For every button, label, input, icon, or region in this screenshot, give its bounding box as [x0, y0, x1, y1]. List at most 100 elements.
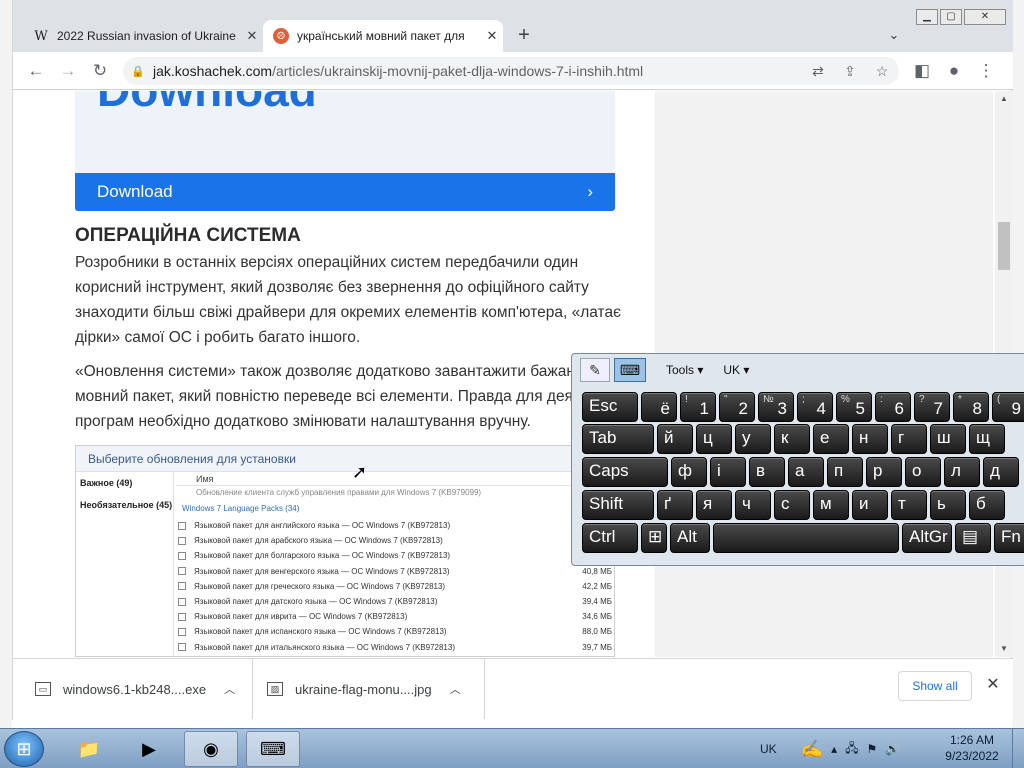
key-row2-8[interactable]: ш: [930, 424, 966, 454]
key-row2-6[interactable]: н: [852, 424, 888, 454]
reload-icon[interactable]: ↻: [89, 60, 111, 82]
key-row2-2[interactable]: ц: [696, 424, 732, 454]
close-window-button[interactable]: ✕: [964, 9, 1006, 25]
side-panel-icon[interactable]: ◧: [911, 60, 933, 82]
close-tab-icon[interactable]: ✕: [241, 28, 263, 44]
pen-input-icon[interactable]: ✍: [801, 739, 823, 760]
key-row4-8[interactable]: ь: [930, 490, 966, 520]
minimize-button[interactable]: ▁: [916, 9, 938, 25]
key-r1-10[interactable]: (9: [992, 392, 1024, 422]
key-row2-3[interactable]: у: [735, 424, 771, 454]
row-size: 39,7 МБ: [582, 642, 612, 652]
row-name: Языковой пакет для датского языка — ОС W…: [194, 597, 438, 607]
scrollbar-thumb[interactable]: [998, 222, 1010, 270]
close-icon[interactable]: ✕: [983, 675, 1003, 695]
key-row4-3[interactable]: ч: [735, 490, 771, 520]
key-row3-4[interactable]: а: [788, 457, 824, 487]
key-row3-9[interactable]: д: [983, 457, 1019, 487]
back-arrow-icon[interactable]: ←: [25, 60, 47, 82]
download-filename: ukraine-flag-monu....jpg: [295, 681, 432, 697]
bookmark-star-icon[interactable]: ☆: [871, 60, 893, 82]
key-row4-7[interactable]: т: [891, 490, 927, 520]
key-row3-8[interactable]: л: [944, 457, 980, 487]
show-hidden-icons-chevron[interactable]: ▴: [831, 742, 837, 756]
key-row4-5[interactable]: м: [813, 490, 849, 520]
media-player-icon[interactable]: ▶: [122, 731, 176, 767]
download-item[interactable]: ▨ ukraine-flag-monu....jpg ︿: [267, 659, 485, 719]
key-row5-1[interactable]: ⊞: [641, 523, 667, 553]
key-row2-1[interactable]: й: [657, 424, 693, 454]
close-tab-icon[interactable]: ✕: [481, 28, 503, 44]
chrome-icon[interactable]: ◉: [184, 731, 238, 767]
osk-taskbar-icon[interactable]: ⌨: [246, 731, 300, 767]
key-r1-0[interactable]: Esc: [582, 392, 638, 422]
key-row3-6[interactable]: р: [866, 457, 902, 487]
checkbox: [178, 627, 186, 636]
key-row3-0[interactable]: Caps: [582, 457, 668, 487]
url-text[interactable]: jak.koshachek.com/articles/ukrainskij-mo…: [153, 63, 643, 79]
key-row5-2[interactable]: Alt: [670, 523, 710, 553]
show-desktop-button[interactable]: [1012, 729, 1024, 768]
profile-avatar-icon[interactable]: ●: [943, 60, 965, 82]
download-item[interactable]: ▭ windows6.1-kb248....exe ︿: [35, 659, 253, 719]
key-row2-7[interactable]: г: [891, 424, 927, 454]
key-row2-5[interactable]: е: [813, 424, 849, 454]
scroll-up-arrow-icon[interactable]: ▲: [995, 91, 1013, 107]
keyboard-icon[interactable]: ⌨: [614, 358, 646, 382]
address-bar[interactable]: 🔒 jak.koshachek.com/articles/ukrainskij-…: [123, 57, 899, 85]
forward-arrow-icon[interactable]: →: [57, 60, 79, 82]
key-r1-6[interactable]: % 5: [836, 392, 872, 422]
tab-koshachek[interactable]: ☹ український мовний пакет для ✕: [263, 20, 503, 52]
key-r1-3[interactable]: " 2: [719, 392, 755, 422]
key-row5-4[interactable]: AltGr: [902, 523, 952, 553]
menu-kebab-icon[interactable]: ⋮: [975, 60, 997, 82]
tab-wikipedia[interactable]: W 2022 Russian invasion of Ukraine ✕: [23, 20, 263, 52]
key-row4-1[interactable]: ґ: [657, 490, 693, 520]
key-row3-2[interactable]: і: [710, 457, 746, 487]
tab-search-chevron-icon[interactable]: ⌄: [883, 24, 905, 46]
key-row3-3[interactable]: в: [749, 457, 785, 487]
scroll-down-arrow-icon[interactable]: ▼: [995, 641, 1013, 657]
key-row3-7[interactable]: о: [905, 457, 941, 487]
lock-icon[interactable]: 🔒: [131, 65, 145, 78]
key-row5-6[interactable]: Fn: [994, 523, 1024, 553]
download-button[interactable]: Download ›: [75, 173, 615, 211]
key-row5-0[interactable]: Ctrl: [582, 523, 638, 553]
handwriting-pen-icon[interactable]: ✎: [580, 358, 610, 382]
key-row4-4[interactable]: с: [774, 490, 810, 520]
key-r1-9[interactable]: * 8: [953, 392, 989, 422]
network-icon[interactable]: 🖧: [845, 739, 858, 760]
start-button[interactable]: ⊞: [4, 731, 44, 767]
key-row5-5[interactable]: ▤: [955, 523, 991, 553]
key-row4-6[interactable]: и: [852, 490, 888, 520]
action-center-flag-icon[interactable]: ⚑: [867, 742, 878, 756]
show-all-button[interactable]: Show all: [898, 671, 972, 701]
key-r1-5[interactable]: ; 4: [797, 392, 833, 422]
chevron-up-icon[interactable]: ︿: [450, 681, 461, 697]
key-r1-8[interactable]: ? 7: [914, 392, 950, 422]
key-space[interactable]: [713, 523, 899, 553]
key-r1-2[interactable]: ! 1: [680, 392, 716, 422]
key-row4-9[interactable]: б: [969, 490, 1005, 520]
key-row2-4[interactable]: к: [774, 424, 810, 454]
language-menu[interactable]: UK ▾: [723, 363, 749, 377]
language-indicator[interactable]: UK: [760, 742, 777, 756]
key-row4-0[interactable]: Shift: [582, 490, 654, 520]
clock[interactable]: 1:26 AM 9/23/2022: [940, 732, 1004, 764]
key-row3-5[interactable]: п: [827, 457, 863, 487]
key-row4-2[interactable]: я: [696, 490, 732, 520]
share-icon[interactable]: ⇪: [839, 60, 861, 82]
key-row2-0[interactable]: Tab: [582, 424, 654, 454]
key-r1-1[interactable]: ё: [641, 392, 677, 422]
chevron-up-icon[interactable]: ︿: [224, 681, 235, 697]
key-r1-7[interactable]: :6: [875, 392, 911, 422]
key-r1-4[interactable]: № 3: [758, 392, 794, 422]
tools-menu[interactable]: Tools ▾: [666, 363, 703, 377]
maximize-button[interactable]: ▢: [940, 9, 962, 25]
new-tab-button[interactable]: +: [513, 24, 535, 46]
key-row2-9[interactable]: щ: [969, 424, 1005, 454]
volume-icon[interactable]: 🔊: [885, 742, 900, 756]
explorer-folder-icon[interactable]: 📁: [62, 731, 116, 767]
key-row3-1[interactable]: ф: [671, 457, 707, 487]
translate-icon[interactable]: ⇄: [807, 60, 829, 82]
